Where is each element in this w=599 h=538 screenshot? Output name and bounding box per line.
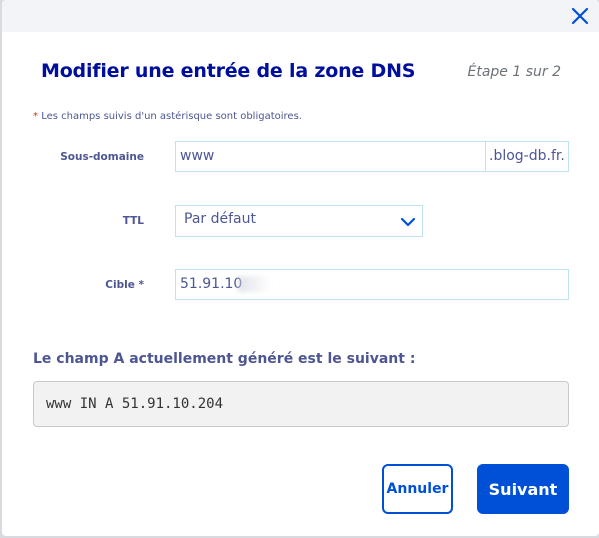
domain-suffix: .blog-db.fr.	[486, 141, 569, 172]
subdomain-label: Sous-domaine	[60, 151, 144, 163]
modal-top-bar	[2, 0, 599, 32]
step-indicator: Étape 1 sur 2	[467, 64, 561, 80]
modal-title: Modifier une entrée de la zone DNS	[41, 60, 416, 82]
generated-record-box: www IN A 51.91.10.204	[33, 381, 569, 427]
next-button[interactable]: Suivant	[477, 464, 569, 514]
target-input[interactable]: 51.91.10	[175, 269, 569, 300]
required-asterisk: *	[33, 111, 38, 122]
close-icon[interactable]	[569, 5, 591, 27]
required-note-text: Les champs suivis d'un astérisque sont o…	[41, 111, 302, 122]
chevron-down-icon	[400, 214, 416, 230]
subdomain-input[interactable]: www	[175, 141, 486, 172]
ttl-select[interactable]: Par défaut	[175, 205, 423, 237]
required-fields-note: * Les champs suivis d'un astérisque sont…	[33, 111, 302, 122]
ttl-selected-value: Par défaut	[184, 211, 256, 227]
target-input-value: 51.91.10	[180, 276, 243, 292]
dns-edit-modal: Modifier une entrée de la zone DNS Étape…	[2, 0, 599, 536]
ttl-label: TTL	[122, 215, 144, 227]
redacted-blur	[238, 276, 287, 292]
cancel-button[interactable]: Annuler	[382, 464, 453, 514]
target-label: Cible *	[105, 279, 144, 291]
generated-record-title: Le champ A actuellement généré est le su…	[33, 351, 416, 367]
